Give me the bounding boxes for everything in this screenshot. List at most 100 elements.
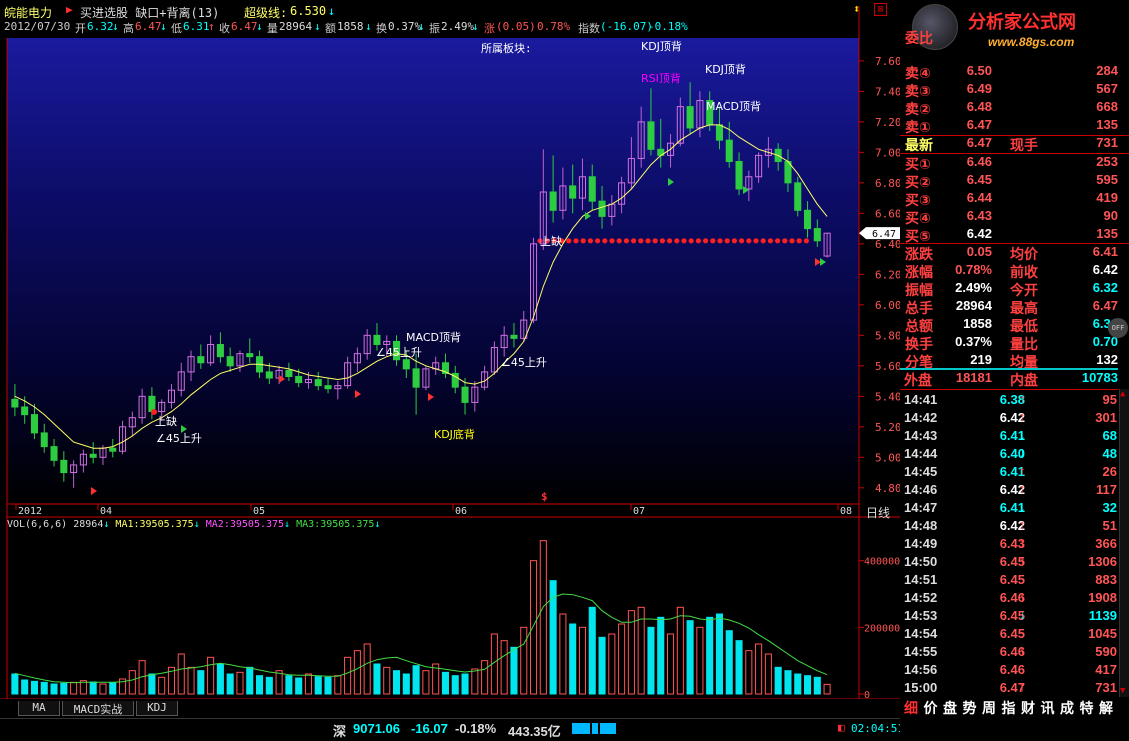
scroll-up-icon[interactable]: ▲	[1120, 389, 1125, 399]
tick-row[interactable]: 14:46 6.42 ↑ 117	[900, 481, 1120, 500]
scroll-down-icon[interactable]: ▼	[1120, 686, 1125, 696]
candlestick	[21, 406, 29, 416]
gap-line-dot	[724, 238, 730, 244]
stock-chart-svg[interactable]: 7.607.407.207.006.806.606.406.206.005.80…	[0, 0, 900, 700]
tick-time: 14:41	[904, 392, 938, 407]
tick-row[interactable]: 14:43 6.41 ↓ 68	[900, 427, 1120, 446]
ask-row[interactable]: 卖② 6.48 668	[900, 99, 1120, 117]
ma3-arrow: ↓	[374, 519, 381, 530]
candlestick	[461, 386, 469, 403]
bid-row[interactable]: 买③ 6.44 419	[900, 190, 1120, 208]
tick-row[interactable]: 14:47 6.41 ↓ 32	[900, 499, 1120, 518]
tick-row[interactable]: 14:56 6.46 417	[900, 662, 1120, 680]
candlestick	[735, 161, 743, 190]
bid-row[interactable]: 买⑤ 6.42 135	[900, 226, 1120, 244]
stat-value: 1858	[963, 316, 992, 331]
bid-row[interactable]: 买① 6.46 253	[900, 154, 1120, 172]
tick-price: 6.45	[999, 572, 1025, 587]
volume-bar	[324, 676, 332, 695]
tick-time: 14:55	[904, 644, 938, 659]
date-tick-label: 2012	[18, 506, 42, 517]
tick-direction-icon: ↑	[1019, 679, 1026, 694]
tick-time: 14:43	[904, 428, 938, 443]
bid-price: 6.45	[966, 172, 992, 187]
volume-bar	[481, 660, 489, 695]
tick-row[interactable]: 14:50 6.45 ↑ 1306	[900, 553, 1120, 572]
tick-row[interactable]: 14:45 6.41 ↑ 26	[900, 463, 1120, 482]
tick-row[interactable]: 14:54 6.45 1045	[900, 626, 1120, 644]
panel-tab[interactable]: 成	[1060, 698, 1074, 718]
tick-scrollbar[interactable]: ▲ ▼	[1119, 389, 1129, 697]
volume-header: VOL(6,6,6) 28964↓ MA1:39505.375↓ MA2:395…	[7, 519, 380, 530]
panel-tab[interactable]: 周	[982, 698, 996, 718]
ask-price: 6.49	[966, 81, 992, 96]
sell-signal-icon	[91, 487, 97, 495]
tick-volume: 1045	[1088, 626, 1117, 641]
volume-bar	[109, 682, 117, 695]
tick-row[interactable]: 15:00 6.47 ↑ 731	[900, 679, 1120, 698]
gap-line-dot	[688, 238, 694, 244]
tick-row[interactable]: 14:49 6.43 ↑ 366	[900, 535, 1120, 554]
period-label[interactable]: 日线	[866, 504, 890, 521]
candlestick	[510, 334, 518, 339]
volume-bar	[412, 665, 420, 695]
sell-signal-icon	[355, 390, 361, 398]
tick-row[interactable]: 14:53 6.45 ↓ 1139	[900, 607, 1120, 626]
stat-label: 前收	[1010, 264, 1038, 280]
tab-kdj[interactable]: KDJ	[136, 701, 178, 716]
volume-bar	[226, 673, 234, 695]
chart-annotation: MACD顶背	[706, 99, 761, 113]
tick-row[interactable]: 14:41 6.38 ↑ 95	[900, 391, 1120, 410]
candlestick	[60, 459, 68, 474]
panel-tab[interactable]: 价	[924, 698, 938, 718]
volume-bar	[89, 681, 97, 695]
price-tick-label: 7.00	[875, 146, 900, 159]
bid-row[interactable]: 买② 6.45 595	[900, 172, 1120, 190]
panel-tab[interactable]: 财	[1021, 698, 1035, 718]
ask-row[interactable]: 卖④ 6.50 284	[900, 63, 1120, 81]
candlestick	[109, 447, 117, 452]
volume-bar	[197, 670, 205, 695]
tick-direction-icon: ↑	[1019, 409, 1026, 424]
panel-tab[interactable]: 指	[1002, 698, 1016, 718]
tick-row[interactable]: 14:48 6.42 ↑ 51	[900, 517, 1120, 536]
stat-value: 6.42	[1092, 262, 1118, 277]
volume-bar	[383, 666, 391, 695]
candlestick	[549, 191, 557, 211]
tick-volume: 48	[1102, 446, 1117, 461]
panel-tab[interactable]: 盘	[943, 698, 957, 718]
volume-bar	[246, 666, 254, 695]
panel-tab[interactable]: 势	[963, 698, 977, 718]
tick-row[interactable]: 14:44 6.40 ↓ 48	[900, 445, 1120, 464]
tick-row[interactable]: 14:55 6.46 ↑ 590	[900, 643, 1120, 662]
tick-row[interactable]: 14:42 6.42 ↑ 301	[900, 409, 1120, 428]
stat-value: 28964	[955, 298, 992, 313]
bid-row[interactable]: 买④ 6.43 90	[900, 208, 1120, 226]
panel-tab[interactable]: 特	[1080, 698, 1094, 718]
volume-ma-line	[14, 593, 828, 684]
volume-bar	[627, 610, 635, 695]
ask-row[interactable]: 卖① 6.47 135	[900, 117, 1120, 135]
panel-tab[interactable]: 解	[1099, 698, 1113, 718]
tab-ma[interactable]: MA	[18, 701, 60, 716]
price-tick-label: 6.80	[875, 177, 900, 190]
sector-label[interactable]: 所属板块:	[481, 40, 532, 56]
volume-bar	[500, 640, 508, 695]
volume-bar	[158, 676, 166, 695]
tick-price: 6.46	[999, 662, 1025, 677]
close-icon[interactable]: ⊠	[874, 3, 887, 16]
candlestick	[226, 356, 234, 367]
tick-row[interactable]: 14:52 6.46 ↑ 1908	[900, 589, 1120, 608]
off-toggle[interactable]: OFF	[1108, 318, 1128, 338]
panel-tab[interactable]: 讯	[1041, 698, 1055, 718]
gap-line-dot	[703, 238, 709, 244]
tab-macd[interactable]: MACD实战	[62, 701, 134, 716]
tick-row[interactable]: 14:51 6.45 883	[900, 572, 1120, 590]
volume-bar	[393, 670, 401, 695]
ask-row[interactable]: 卖③ 6.49 567	[900, 81, 1120, 99]
panel-tab[interactable]: 细	[904, 698, 918, 718]
stat-row: 总额 1858 最低 6.31	[900, 316, 1120, 334]
tick-direction-icon: ↑	[1019, 643, 1026, 658]
gap-line-dot	[616, 238, 622, 244]
pin-icon[interactable]: ⬍	[853, 2, 860, 16]
